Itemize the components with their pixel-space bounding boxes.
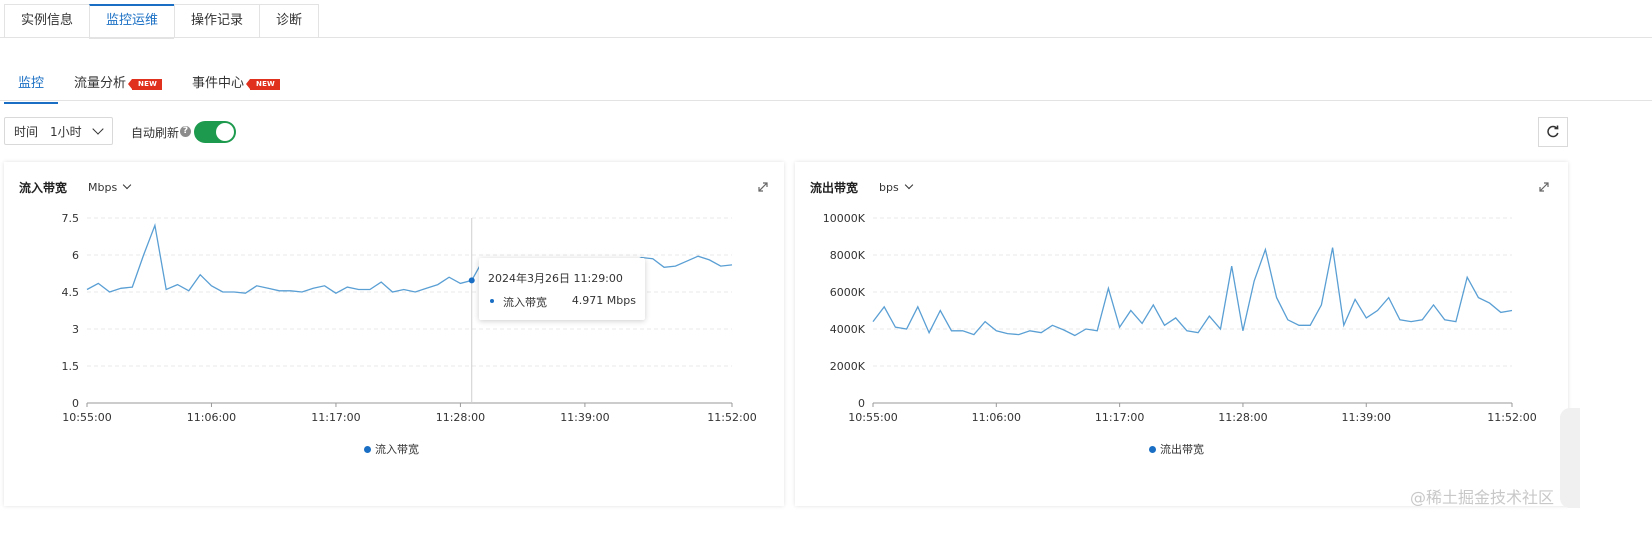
toggle-knob	[216, 123, 234, 141]
x-tick-label: 11:17:00	[311, 411, 360, 424]
y-tick-label: 8000K	[830, 249, 866, 262]
auto-refresh-toggle[interactable]	[194, 121, 236, 143]
subtab-monitor[interactable]: 监控	[4, 72, 59, 104]
legend-dot	[364, 446, 371, 453]
tab-instance-info[interactable]: 实例信息	[4, 4, 90, 38]
chart-tooltip: 2024年3月26日 11:29:00 流入带宽 4.971 Mbps	[479, 258, 645, 320]
x-tick-label: 11:06:00	[187, 411, 236, 424]
tab-monitoring-ops[interactable]: 监控运维	[89, 4, 175, 39]
x-tick-label: 11:06:00	[972, 411, 1021, 424]
tooltip-series-dot	[490, 299, 494, 303]
new-badge: NEW	[246, 79, 280, 90]
x-tick-label: 11:52:00	[1487, 411, 1536, 424]
series-line	[872, 247, 1513, 337]
y-tick-label: 6	[72, 249, 79, 262]
chart-legend[interactable]: 流入带宽	[364, 441, 419, 457]
refresh-icon	[1547, 125, 1559, 138]
subtab-event-center[interactable]: 事件中心 NEW	[178, 72, 294, 100]
tab-diagnosis[interactable]: 诊断	[259, 4, 320, 38]
tooltip-value: 4.971 Mbps	[571, 294, 636, 307]
x-tick-label: 11:39:00	[560, 411, 609, 424]
y-tick-label: 0	[858, 397, 865, 410]
x-tick-label: 11:39:00	[1342, 411, 1391, 424]
tooltip-time: 2024年3月26日 11:29:00	[488, 272, 623, 285]
outbound-bandwidth-card: 流出带宽 bps 0 2000K 4000K 6000K 8000K 10000K 10:5…	[795, 162, 1568, 506]
subtab-label: 事件中心	[192, 76, 245, 91]
y-tick-label: 2000K	[830, 360, 866, 373]
divider	[0, 37, 1652, 38]
x-tick-label: 11:28:00	[436, 411, 485, 424]
refresh-button[interactable]	[1538, 117, 1568, 147]
x-tick-label: 11:17:00	[1095, 411, 1144, 424]
y-tick-label: 7.5	[62, 212, 80, 225]
side-scroll-handle[interactable]	[1560, 408, 1580, 508]
time-label: 时间	[14, 125, 39, 139]
watermark: @稀土掘金技术社区	[1410, 488, 1555, 507]
x-tick-label: 11:52:00	[707, 411, 756, 424]
legend-label: 流入带宽	[375, 443, 419, 456]
divider	[0, 100, 1652, 101]
new-badge: NEW	[128, 79, 162, 90]
time-value: 1小时	[50, 125, 82, 139]
sub-tab-bar: 监控 流量分析 NEW 事件中心 NEW	[4, 72, 296, 104]
y-tick-label: 6000K	[830, 286, 866, 299]
auto-refresh-label: 自动刷新	[131, 126, 180, 140]
subtab-traffic-analysis[interactable]: 流量分析 NEW	[60, 72, 176, 100]
legend-label: 流出带宽	[1160, 443, 1204, 456]
tooltip-series-name: 流入带宽	[503, 296, 547, 309]
y-tick-label: 4000K	[830, 323, 866, 336]
top-tab-bar: 实例信息 监控运维 操作记录 诊断	[4, 4, 320, 39]
legend-dot	[1149, 446, 1156, 453]
time-range-select[interactable]: 时间 1小时	[4, 117, 113, 145]
x-tick-label: 11:28:00	[1218, 411, 1267, 424]
subtab-label: 流量分析	[74, 76, 127, 91]
help-icon[interactable]: ?	[180, 126, 191, 137]
inbound-bandwidth-card: 流入带宽 Mbps 0 1.5 3 4.5 6 7.5 10:55:00 11:06:00 11…	[4, 162, 784, 506]
y-tick-label: 10000K	[823, 212, 866, 225]
chevron-down-icon	[92, 123, 104, 135]
y-tick-label: 3	[72, 323, 79, 336]
y-tick-label: 4.5	[62, 286, 80, 299]
y-tick-label: 1.5	[62, 360, 80, 373]
y-tick-label: 0	[72, 397, 79, 410]
subtab-label: 监控	[18, 76, 45, 91]
chart-legend[interactable]: 流出带宽	[1149, 441, 1204, 457]
hover-point	[468, 277, 475, 284]
x-tick-label: 10:55:00	[848, 411, 897, 424]
x-tick-label: 10:55:00	[62, 411, 111, 424]
tab-operation-log[interactable]: 操作记录	[174, 4, 260, 38]
